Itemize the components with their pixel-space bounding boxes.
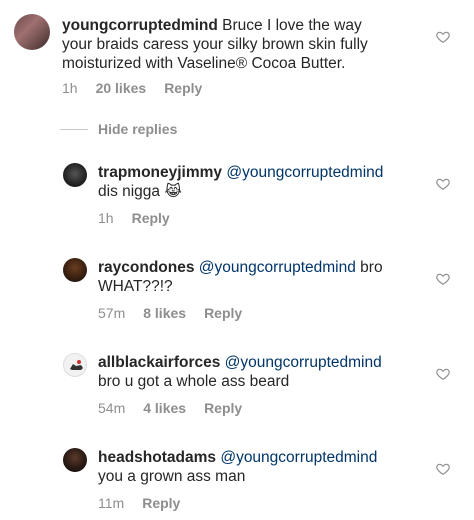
- reply-likes[interactable]: 8 likes: [143, 305, 186, 321]
- reply-meta: 1h Reply: [98, 210, 170, 226]
- reply-text: bro u got a whole ass beard: [98, 373, 290, 390]
- reply-button[interactable]: Reply: [204, 305, 242, 321]
- avatar[interactable]: [63, 163, 87, 187]
- reply-text-line2: WHAT??!?: [98, 278, 173, 295]
- heart-outline-icon[interactable]: [436, 367, 450, 381]
- reply-text: dis nigga: [98, 183, 161, 200]
- heart-outline-icon[interactable]: [436, 272, 450, 286]
- avatar[interactable]: [63, 258, 87, 282]
- reply-text-inline: bro: [360, 259, 383, 276]
- avatar[interactable]: [63, 448, 87, 472]
- reply-body: raycondones @youngcorruptedmind bro WHAT…: [98, 258, 428, 296]
- hide-replies-label: Hide replies: [98, 121, 178, 137]
- comment-time[interactable]: 1h: [62, 80, 78, 96]
- sneaker-logo-icon: [70, 360, 83, 370]
- heart-outline-icon[interactable]: [436, 30, 450, 44]
- reply-button[interactable]: Reply: [164, 80, 202, 96]
- reply-meta: 54m 4 likes Reply: [98, 400, 242, 416]
- avatar[interactable]: [63, 353, 87, 377]
- reply-username[interactable]: trapmoneyjimmy: [98, 164, 222, 181]
- reply-username[interactable]: allblackairforces: [98, 354, 220, 371]
- avatar[interactable]: [14, 14, 50, 50]
- comment-likes[interactable]: 20 likes: [96, 80, 147, 96]
- reply-body: allblackairforces @youngcorruptedmind br…: [98, 353, 428, 391]
- reply-mention[interactable]: @youngcorruptedmind: [225, 354, 382, 371]
- reply-time[interactable]: 1h: [98, 210, 114, 226]
- reply-mention[interactable]: @youngcorruptedmind: [220, 449, 377, 466]
- reply-likes[interactable]: 4 likes: [143, 400, 186, 416]
- crying-cat-emoji: 😹: [164, 183, 182, 200]
- divider: [60, 128, 88, 130]
- comment-body: youngcorruptedmind Bruce I love the way …: [62, 16, 422, 73]
- reply-body: headshotadams @youngcorruptedmind you a …: [98, 448, 428, 486]
- reply-button[interactable]: Reply: [132, 210, 170, 226]
- reply-body: trapmoneyjimmy @youngcorruptedmind dis n…: [98, 163, 428, 201]
- comment-meta: 1h 20 likes Reply: [62, 80, 202, 96]
- reply-meta: 57m 8 likes Reply: [98, 305, 242, 321]
- comment-text-line1: Bruce I love the way: [222, 17, 362, 34]
- comment-username[interactable]: youngcorruptedmind: [62, 17, 218, 34]
- reply-text: you a grown ass man: [98, 468, 246, 485]
- comment-text-line2: your braids caress your silky brown skin…: [62, 36, 368, 53]
- reply-username[interactable]: headshotadams: [98, 449, 216, 466]
- reply-time[interactable]: 54m: [98, 400, 125, 416]
- comment-text-line3: moisturized with Vaseline® Cocoa Butter.: [62, 55, 346, 72]
- hide-replies-button[interactable]: Hide replies: [60, 121, 177, 137]
- reply-button[interactable]: Reply: [204, 400, 242, 416]
- reply-time[interactable]: 11m: [98, 495, 124, 511]
- heart-outline-icon[interactable]: [436, 462, 450, 476]
- reply-mention[interactable]: @youngcorruptedmind: [199, 259, 356, 276]
- reply-meta: 11m Reply: [98, 495, 180, 511]
- reply-username[interactable]: raycondones: [98, 259, 194, 276]
- heart-outline-icon[interactable]: [436, 177, 450, 191]
- reply-time[interactable]: 57m: [98, 305, 125, 321]
- reply-mention[interactable]: @youngcorruptedmind: [226, 164, 383, 181]
- reply-button[interactable]: Reply: [142, 495, 180, 511]
